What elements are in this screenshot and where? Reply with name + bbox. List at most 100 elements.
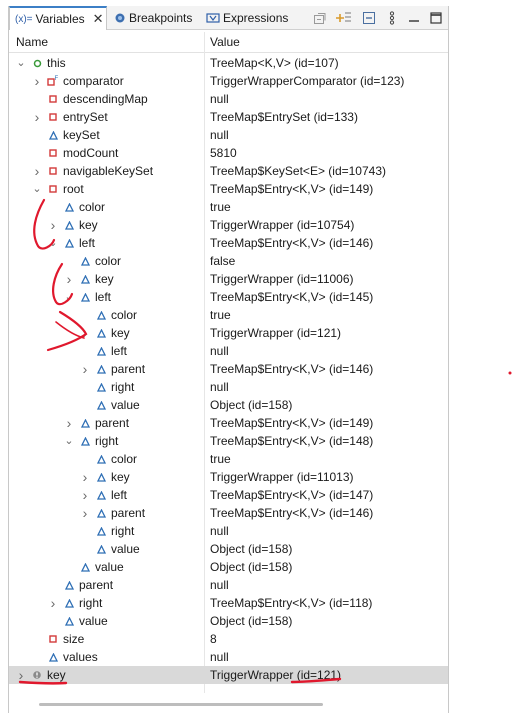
variable-row-left[interactable]: left null [9,342,448,360]
view-tab-bar: (x)= Variables ✕ Breakpoints Expressions [9,6,448,30]
variable-row-parent[interactable]: › parent TreeMap$Entry<K,V> (id=146) [9,504,448,522]
variable-row-right[interactable]: ⌄ right TreeMap$Entry<K,V> (id=148) [9,432,448,450]
variable-row-value[interactable]: value Object (id=158) [9,396,448,414]
variable-row-descendingMap[interactable]: descendingMap null [9,90,448,108]
variable-name: key [111,326,130,340]
variable-name: key [95,272,114,286]
minimize-view-icon[interactable] [405,9,423,26]
chevron-right-icon[interactable]: › [31,74,43,88]
variable-row-values[interactable]: values null [9,648,448,666]
variable-row-key[interactable]: › key TriggerWrapper (id=121) [9,666,448,684]
variable-name: entrySet [63,110,108,124]
add-expression-icon[interactable] [335,9,353,26]
chevron-right-icon[interactable]: › [79,488,91,502]
variable-row-left[interactable]: › left TreeMap$Entry<K,V> (id=147) [9,486,448,504]
default-field-icon [79,272,91,286]
variable-row-right[interactable]: right null [9,378,448,396]
variable-row-value[interactable]: value Object (id=158) [9,612,448,630]
scrollbar-thumb[interactable] [39,703,323,706]
name-column-header[interactable]: Name [16,35,48,49]
chevron-down-icon[interactable]: ⌄ [15,56,27,70]
private-field-icon [47,110,59,124]
variable-value: null [210,92,229,106]
close-icon[interactable]: ✕ [93,11,104,27]
variable-row-color[interactable]: color true [9,198,448,216]
local-variable-icon [31,56,43,70]
column-header: Name Value [9,32,448,53]
variable-row-key[interactable]: › key TriggerWrapper (id=11006) [9,270,448,288]
default-field-icon [95,398,107,412]
variable-row-entrySet[interactable]: › entrySet TreeMap$EntrySet (id=133) [9,108,448,126]
collapse-all-icon[interactable] [311,9,329,26]
tab-variables-label: Variables [35,12,85,26]
variable-row-parent[interactable]: › parent TreeMap$Entry<K,V> (id=149) [9,414,448,432]
variable-row-right[interactable]: › right TreeMap$Entry<K,V> (id=118) [9,594,448,612]
variable-row-key[interactable]: › key TriggerWrapper (id=10754) [9,216,448,234]
variable-row-color[interactable]: color true [9,306,448,324]
variable-row-root[interactable]: ⌄ root TreeMap$Entry<K,V> (id=149) [9,180,448,198]
value-column-header[interactable]: Value [210,35,240,49]
private-field-icon [47,92,59,106]
default-field-icon [47,650,59,664]
variable-name: right [111,524,135,538]
default-field-icon [95,542,107,556]
variable-name: left [79,236,96,250]
variable-row-value[interactable]: value Object (id=158) [9,558,448,576]
variable-row-value[interactable]: value Object (id=158) [9,540,448,558]
variable-name: parent [111,506,146,520]
tab-expressions[interactable]: Expressions [201,6,293,29]
variable-value: TriggerWrapper (id=10754) [210,218,355,232]
chevron-right-icon[interactable]: › [15,668,27,682]
variable-row-parent[interactable]: parent null [9,576,448,594]
private-field-icon [47,164,59,178]
variable-name: comparator [63,74,124,88]
variable-row-color[interactable]: color true [9,450,448,468]
chevron-right-icon[interactable]: › [79,362,91,376]
variable-value: true [210,308,231,322]
default-field-icon [47,128,59,142]
default-field-icon [63,236,75,250]
variable-row-comparator[interactable]: › Fcomparator TriggerWrapperComparator (id… [9,72,448,90]
chevron-right-icon[interactable]: › [79,506,91,520]
chevron-right-icon[interactable]: › [63,272,75,286]
tab-variables[interactable]: (x)= Variables ✕ [9,6,107,30]
chevron-right-icon[interactable]: › [31,110,43,124]
tab-breakpoints[interactable]: Breakpoints [109,6,201,29]
variable-row-parent[interactable]: › parent TreeMap$Entry<K,V> (id=146) [9,360,448,378]
chevron-right-icon[interactable]: › [31,164,43,178]
variable-row-right[interactable]: right null [9,522,448,540]
variable-row-key[interactable]: › key TriggerWrapper (id=11013) [9,468,448,486]
variable-row-left[interactable]: ⌄ left TreeMap$Entry<K,V> (id=146) [9,234,448,252]
view-menu-icon[interactable] [383,9,401,26]
chevron-down-icon[interactable]: ⌄ [31,182,43,196]
chevron-down-icon[interactable]: ⌄ [63,434,75,448]
variable-value: TriggerWrapper (id=121) [210,326,342,340]
chevron-right-icon[interactable]: › [47,218,59,232]
chevron-right-icon[interactable]: › [79,326,91,340]
variable-row-navigableKeySet[interactable]: › navigableKeySet TreeMap$KeySet<E> (id=10… [9,162,448,180]
variable-name: left [111,488,128,502]
variable-row-this[interactable]: ⌄ this TreeMap<K,V> (id=107) [9,54,448,72]
variable-row-key[interactable]: › key TriggerWrapper (id=121) [9,324,448,342]
variable-row-color[interactable]: color false [9,252,448,270]
chevron-right-icon[interactable]: › [63,416,75,430]
variable-row-modCount[interactable]: modCount 5810 [9,144,448,162]
chevron-right-icon[interactable]: › [79,470,91,484]
minimize-icon[interactable] [360,9,378,26]
chevron-right-icon[interactable]: › [47,596,59,610]
chevron-down-icon[interactable]: ⌄ [63,290,75,304]
variable-row-left[interactable]: ⌄ left TreeMap$Entry<K,V> (id=145) [9,288,448,306]
chevron-down-icon[interactable]: ⌄ [47,236,59,250]
maximize-icon[interactable] [427,9,445,26]
default-field-icon [63,218,75,232]
default-field-icon [63,200,75,214]
default-field-icon [95,488,107,502]
variable-row-size[interactable]: size 8 [9,630,448,648]
variable-row-keySet[interactable]: keySet null [9,126,448,144]
horizontal-scrollbar[interactable] [9,695,448,713]
